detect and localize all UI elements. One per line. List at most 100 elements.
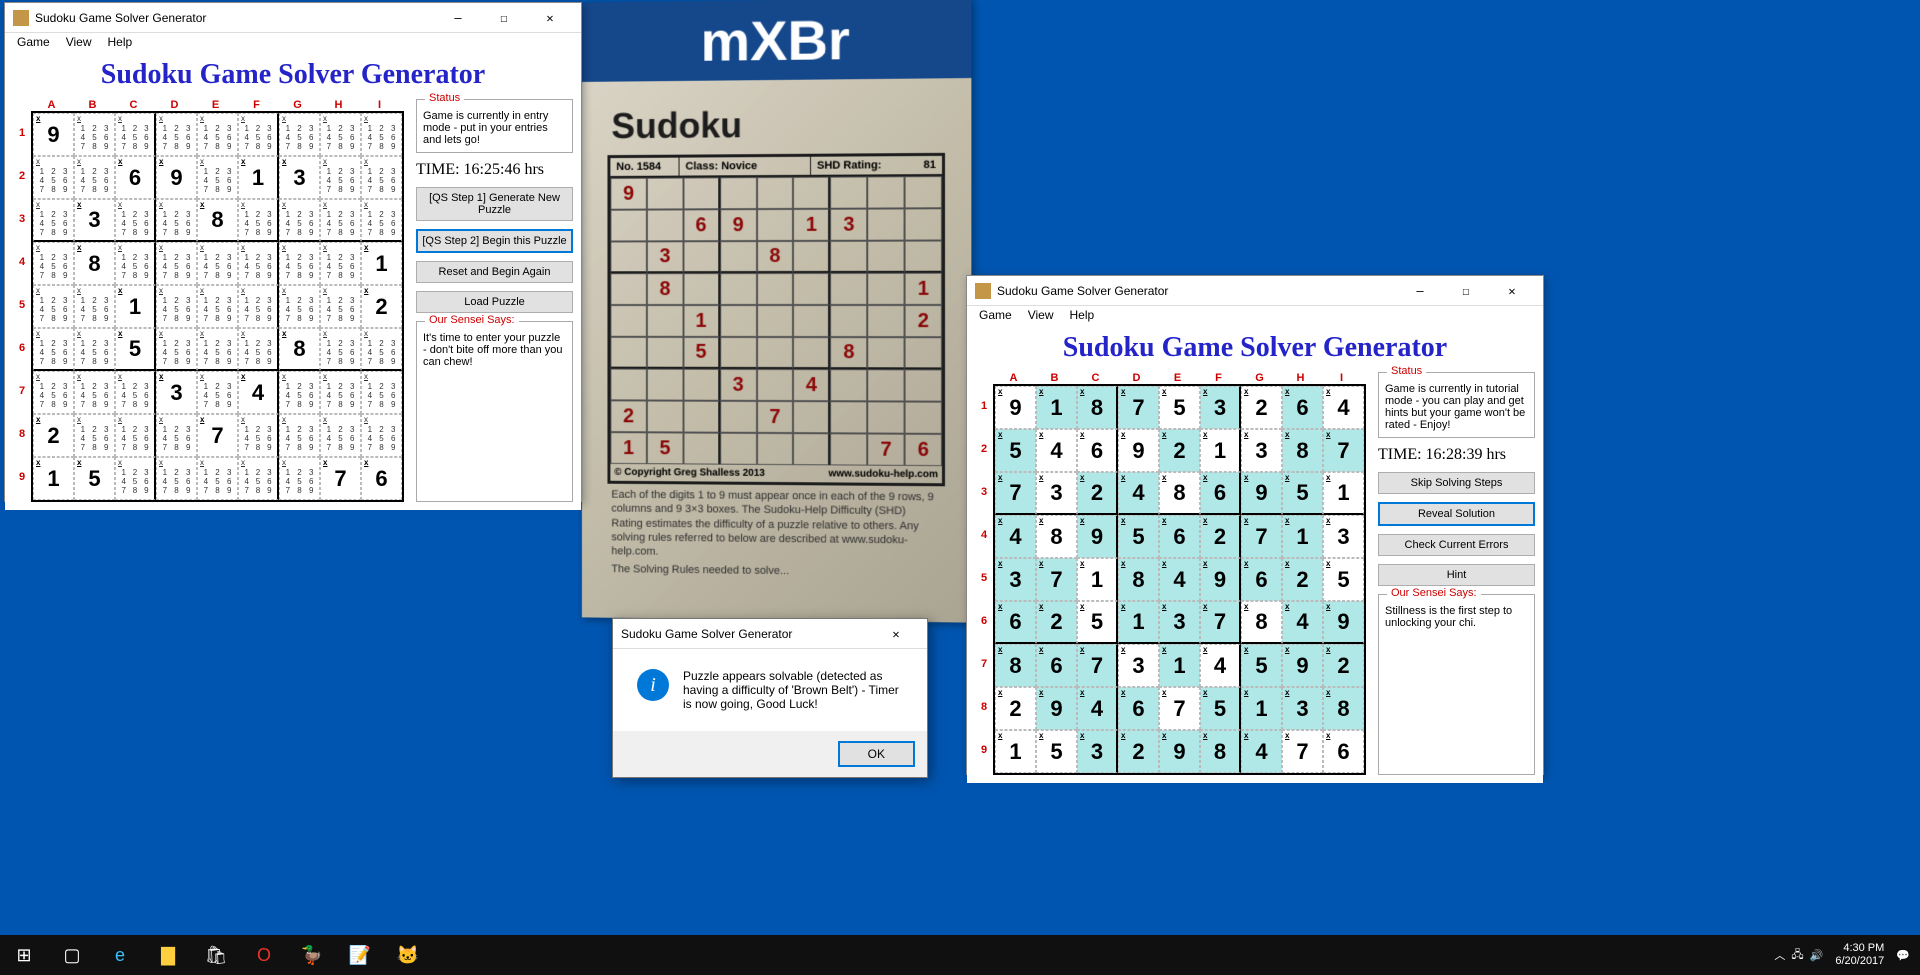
grid-cell[interactable]: x4 bbox=[1118, 472, 1159, 515]
grid-cell[interactable]: x123456789 bbox=[320, 328, 361, 371]
grid-cell[interactable]: x7 bbox=[197, 414, 238, 457]
grid-cell[interactable]: x2 bbox=[1241, 386, 1282, 429]
grid-cell[interactable]: x123456789 bbox=[197, 457, 238, 500]
grid-cell[interactable]: x6 bbox=[115, 156, 156, 199]
grid-cell[interactable]: x123456789 bbox=[197, 285, 238, 328]
tray-network-icon[interactable]: 🖧 bbox=[1791, 946, 1803, 965]
grid-cell[interactable]: x6 bbox=[361, 457, 402, 500]
close-button[interactable]: ✕ bbox=[1489, 276, 1535, 306]
grid-cell[interactable]: x1 bbox=[115, 285, 156, 328]
grid-cell[interactable]: x9 bbox=[1118, 429, 1159, 472]
grid-cell[interactable]: x5 bbox=[1241, 644, 1282, 687]
grid-cell[interactable]: x5 bbox=[995, 429, 1036, 472]
tray-notify-icon[interactable]: 💬 bbox=[1896, 949, 1910, 962]
grid-cell[interactable]: x123456789 bbox=[320, 113, 361, 156]
maximize-button[interactable]: ☐ bbox=[481, 3, 527, 33]
grid-cell[interactable]: x8 bbox=[1077, 386, 1118, 429]
grid-cell[interactable]: x3 bbox=[1282, 687, 1323, 730]
grid-cell[interactable]: x5 bbox=[1323, 558, 1364, 601]
store-icon[interactable]: 🛍 bbox=[192, 935, 240, 975]
grid-cell[interactable]: x6 bbox=[1282, 386, 1323, 429]
grid-cell[interactable]: x4 bbox=[238, 371, 279, 414]
grid-cell[interactable]: x123456789 bbox=[156, 457, 197, 500]
grid-cell[interactable]: x3 bbox=[1200, 386, 1241, 429]
taskbar[interactable]: ⊞ ▢ e ▇ 🛍 O 🦆 📝 🐱 ︿ 🖧 🔊 4:30 PM 6/20/201… bbox=[0, 935, 1920, 975]
taskbar-clock[interactable]: 4:30 PM 6/20/2017 bbox=[1829, 942, 1890, 968]
grid-cell[interactable]: x4 bbox=[1159, 558, 1200, 601]
grid-cell[interactable]: x123456789 bbox=[279, 457, 320, 500]
grid-cell[interactable]: x4 bbox=[1200, 644, 1241, 687]
grid-cell[interactable]: x5 bbox=[1282, 472, 1323, 515]
menu-game[interactable]: Game bbox=[971, 306, 1020, 324]
grid-cell[interactable]: x7 bbox=[1036, 558, 1077, 601]
grid-cell[interactable]: x123456789 bbox=[361, 371, 402, 414]
grid-cell[interactable]: x7 bbox=[1077, 644, 1118, 687]
grid-cell[interactable]: x123456789 bbox=[115, 113, 156, 156]
grid-cell[interactable]: x7 bbox=[995, 472, 1036, 515]
edge-icon[interactable]: e bbox=[96, 935, 144, 975]
grid-cell[interactable]: x1 bbox=[33, 457, 74, 500]
tray-chevron-icon[interactable]: ︿ bbox=[1774, 947, 1785, 963]
grid-cell[interactable]: x1 bbox=[995, 730, 1036, 773]
grid-cell[interactable]: x123456789 bbox=[197, 113, 238, 156]
grid-cell[interactable]: x9 bbox=[33, 113, 74, 156]
ok-button[interactable]: OK bbox=[838, 741, 915, 767]
grid-cell[interactable]: x7 bbox=[1323, 429, 1364, 472]
check-errors-button[interactable]: Check Current Errors bbox=[1378, 534, 1535, 556]
grid-cell[interactable]: x8 bbox=[197, 199, 238, 242]
grid-cell[interactable]: x2 bbox=[1118, 730, 1159, 773]
grid-cell[interactable]: x3 bbox=[1241, 429, 1282, 472]
grid-cell[interactable]: x4 bbox=[1323, 386, 1364, 429]
grid-cell[interactable]: x2 bbox=[1323, 644, 1364, 687]
load-button[interactable]: Load Puzzle bbox=[416, 291, 573, 313]
grid-cell[interactable]: x3 bbox=[279, 156, 320, 199]
grid-cell[interactable]: x6 bbox=[1323, 730, 1364, 773]
grid-cell[interactable]: x1 bbox=[1282, 515, 1323, 558]
close-button[interactable]: ✕ bbox=[873, 619, 919, 649]
grid-cell[interactable]: x9 bbox=[156, 156, 197, 199]
grid-cell[interactable]: x123456789 bbox=[156, 285, 197, 328]
start-button[interactable]: ⊞ bbox=[0, 935, 48, 975]
titlebar[interactable]: Sudoku Game Solver Generator — ☐ ✕ bbox=[5, 3, 581, 33]
hint-button[interactable]: Hint bbox=[1378, 564, 1535, 586]
grid-cell[interactable]: x1 bbox=[1159, 644, 1200, 687]
grid-cell[interactable]: x123456789 bbox=[33, 285, 74, 328]
grid-cell[interactable]: x123456789 bbox=[74, 414, 115, 457]
close-button[interactable]: ✕ bbox=[527, 3, 573, 33]
grid-cell[interactable]: x123456789 bbox=[279, 199, 320, 242]
grid-cell[interactable]: x3 bbox=[995, 558, 1036, 601]
grid-cell[interactable]: x123456789 bbox=[279, 414, 320, 457]
grid-cell[interactable]: x123456789 bbox=[361, 414, 402, 457]
grid-cell[interactable]: x4 bbox=[1077, 687, 1118, 730]
grid-cell[interactable]: x123456789 bbox=[197, 156, 238, 199]
grid-cell[interactable]: x1 bbox=[1323, 472, 1364, 515]
reset-button[interactable]: Reset and Begin Again bbox=[416, 261, 573, 283]
grid-cell[interactable]: x123456789 bbox=[156, 328, 197, 371]
grid-cell[interactable]: x9 bbox=[1323, 601, 1364, 644]
grid-cell[interactable]: x7 bbox=[1200, 601, 1241, 644]
grid-cell[interactable]: x8 bbox=[1118, 558, 1159, 601]
sudoku-grid[interactable]: x9x1x8x7x5x3x2x6x4x5x4x6x9x2x1x3x8x7x7x3… bbox=[993, 384, 1366, 775]
grid-cell[interactable]: x2 bbox=[1077, 472, 1118, 515]
grid-cell[interactable]: x123456789 bbox=[238, 113, 279, 156]
sudoku-grid[interactable]: x9x123456789x123456789x123456789x1234567… bbox=[31, 111, 404, 502]
grid-cell[interactable]: x1 bbox=[361, 242, 402, 285]
grid-cell[interactable]: x123456789 bbox=[320, 285, 361, 328]
grid-cell[interactable]: x8 bbox=[1036, 515, 1077, 558]
grid-cell[interactable]: x123456789 bbox=[74, 371, 115, 414]
grid-cell[interactable]: x5 bbox=[1200, 687, 1241, 730]
app-icon-3[interactable]: 🐱 bbox=[384, 935, 432, 975]
grid-cell[interactable]: x6 bbox=[1200, 472, 1241, 515]
grid-cell[interactable]: x123456789 bbox=[74, 156, 115, 199]
grid-cell[interactable]: x8 bbox=[995, 644, 1036, 687]
grid-cell[interactable]: x1 bbox=[1118, 601, 1159, 644]
grid-cell[interactable]: x1 bbox=[238, 156, 279, 199]
grid-cell[interactable]: x5 bbox=[115, 328, 156, 371]
grid-cell[interactable]: x6 bbox=[1077, 429, 1118, 472]
grid-cell[interactable]: x123456789 bbox=[279, 371, 320, 414]
begin-button[interactable]: [QS Step 2] Begin this Puzzle bbox=[416, 229, 573, 253]
grid-cell[interactable]: x123456789 bbox=[320, 242, 361, 285]
grid-cell[interactable]: x9 bbox=[1077, 515, 1118, 558]
app-icon-1[interactable]: 🦆 bbox=[288, 935, 336, 975]
grid-cell[interactable]: x7 bbox=[1118, 386, 1159, 429]
